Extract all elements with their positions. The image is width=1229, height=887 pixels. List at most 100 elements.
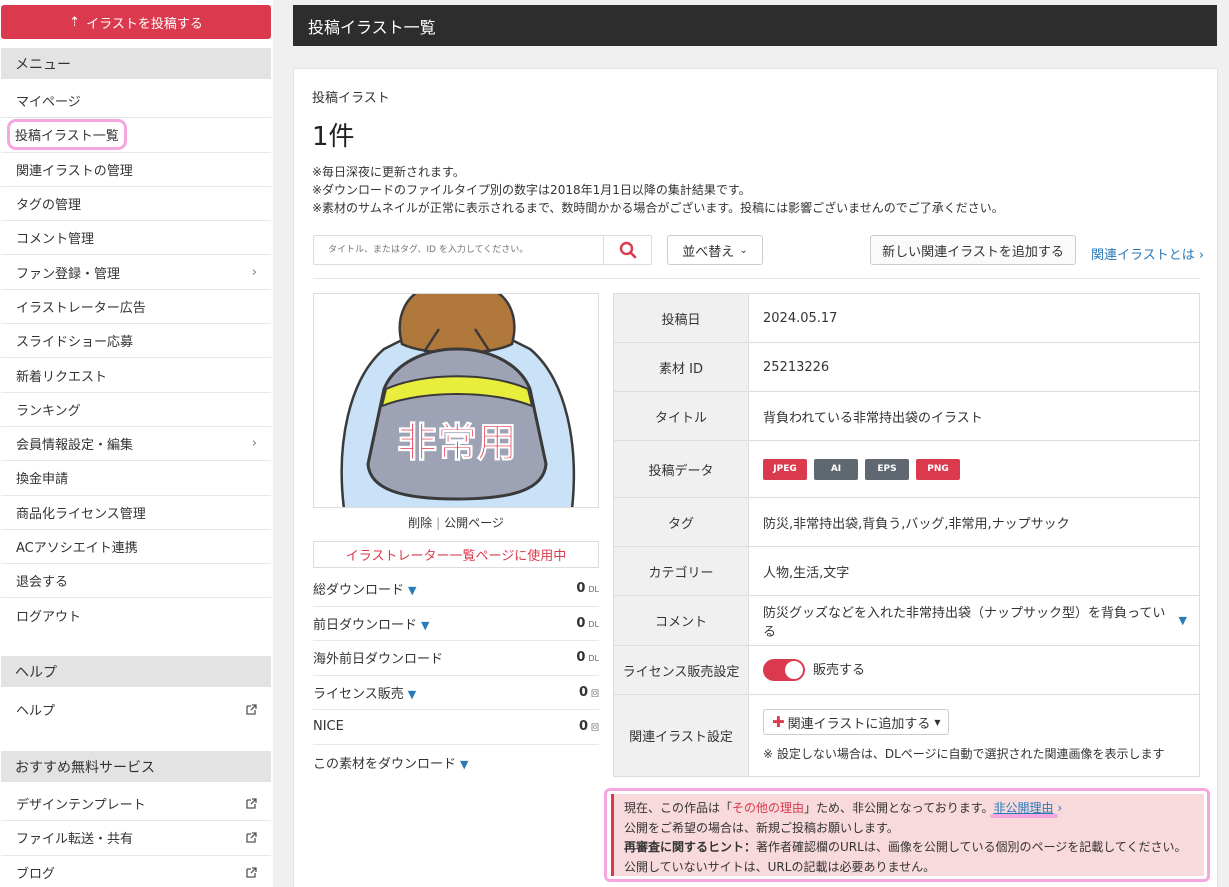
separator: | bbox=[436, 516, 441, 530]
tags-value: 防災,非常持出袋,背負う,バッグ,非常用,ナップサック bbox=[748, 497, 1200, 547]
triangle-down-icon[interactable]: ▼ bbox=[421, 619, 429, 632]
sidebar-item-file-transfer[interactable]: ファイル転送・共有 bbox=[1, 821, 271, 856]
stat-row-previous-day-download: 前日ダウンロード ▼ 0 DL bbox=[313, 607, 599, 641]
sidebar-item-design-template[interactable]: デザインテンプレート bbox=[1, 787, 271, 822]
private-reason: その他の理由 bbox=[732, 801, 805, 815]
info-row-category: カテゴリー 人物,生活,文字 bbox=[613, 546, 1200, 596]
external-link-icon bbox=[246, 832, 257, 844]
external-link-icon bbox=[246, 798, 257, 809]
note-line: ※毎日深夜に更新されます。 bbox=[312, 165, 465, 179]
stat-row-license-sales: ライセンス販売 ▼ 0回 bbox=[313, 676, 599, 710]
add-related-illustration-button[interactable]: 新しい関連イラストを追加する bbox=[870, 235, 1076, 265]
stat-row-overseas-download: 海外前日ダウンロード 0 DL bbox=[313, 641, 599, 676]
section-label: 投稿イラスト bbox=[312, 91, 390, 106]
info-row-post-data: 投稿データ JPEG AI EPS PNG bbox=[613, 440, 1200, 498]
thumbnail-label-text: 非常用 bbox=[397, 420, 517, 466]
stat-row-nice: NICE 0回 bbox=[313, 710, 599, 745]
triangle-down-icon[interactable]: ▼ bbox=[408, 688, 416, 701]
illustration-info-table: 投稿日 2024.05.17 素材 ID 25213226 タイトル 背負われて… bbox=[613, 293, 1200, 777]
search-icon bbox=[619, 241, 636, 259]
help-list: ヘルプ bbox=[1, 692, 271, 726]
services-list: デザインテンプレート ファイル転送・共有 ブログ bbox=[1, 787, 271, 887]
public-page-link[interactable]: 公開ページ bbox=[444, 516, 504, 530]
private-reason-link[interactable]: 非公開理由 bbox=[994, 801, 1054, 815]
sidebar-item-fan-management[interactable]: ファン登録・管理 › bbox=[1, 255, 271, 290]
add-to-related-dropdown[interactable]: ✚ 関連イラストに追加する ▼ bbox=[763, 709, 950, 735]
sidebar-item-cash-out[interactable]: 換金申請 bbox=[1, 461, 271, 496]
sidebar-item-posted-illustrations[interactable]: 投稿イラスト一覧 bbox=[1, 118, 271, 153]
search-input[interactable] bbox=[314, 236, 603, 264]
sidebar-item-withdraw[interactable]: 退会する bbox=[1, 564, 271, 599]
private-status-alert: 現在、この作品は「その他の理由」ため、非公開となっております。非公開理由 › 公… bbox=[604, 788, 1210, 882]
related-note: ※ 設定しない場合は、DLページに自動で選択された関連画像を表示します bbox=[763, 747, 1165, 761]
notes: ※毎日深夜に更新されます。 ※ダウンロードのファイルタイプ別の数字は2018年1… bbox=[312, 163, 1004, 217]
chevron-right-icon: › bbox=[251, 436, 257, 452]
license-value: 販売する bbox=[813, 662, 866, 678]
sidebar: ⇡ イラストを投稿する メニュー マイページ 投稿イラスト一覧 関連イラストの管… bbox=[0, 0, 273, 887]
sidebar-item-logout[interactable]: ログアウト bbox=[1, 598, 271, 632]
services-heading: おすすめ無料サービス bbox=[1, 751, 271, 782]
external-link-icon bbox=[246, 867, 257, 878]
info-row-material-id: 素材 ID 25213226 bbox=[613, 342, 1200, 392]
menu-list: マイページ 投稿イラスト一覧 関連イラストの管理 タグの管理 コメント管理 ファ… bbox=[1, 84, 271, 633]
triangle-down-icon[interactable]: ▼ bbox=[408, 584, 416, 597]
info-row-title: タイトル 背負われている非常持出袋のイラスト bbox=[613, 391, 1200, 441]
triangle-down-icon[interactable]: ▼ bbox=[1179, 614, 1187, 627]
info-row-related: 関連イラスト設定 ✚ 関連イラストに追加する ▼ ※ 設定しない場合は、DLページに… bbox=[613, 694, 1200, 777]
sidebar-item-ranking[interactable]: ランキング bbox=[1, 393, 271, 427]
material-id-value: 25213226 bbox=[748, 342, 1200, 392]
page-title: 投稿イラスト一覧 bbox=[293, 5, 1217, 46]
category-value: 人物,生活,文字 bbox=[748, 546, 1200, 596]
format-badge-png: PNG bbox=[916, 458, 960, 480]
about-related-link[interactable]: 関連イラストとは › bbox=[1091, 244, 1204, 263]
external-link-icon bbox=[246, 703, 257, 715]
download-material-link[interactable]: この素材をダウンロード ▼ bbox=[313, 753, 468, 772]
hint-label: 再審査に関するヒント： bbox=[624, 840, 757, 854]
sidebar-item-blog[interactable]: ブログ bbox=[1, 856, 271, 887]
format-badges: JPEG AI EPS PNG bbox=[748, 440, 1200, 498]
search-box bbox=[313, 235, 652, 265]
info-row-posted-date: 投稿日 2024.05.17 bbox=[613, 293, 1200, 343]
search-button[interactable] bbox=[603, 236, 651, 264]
menu-heading: メニュー bbox=[1, 48, 271, 79]
info-row-license: ライセンス販売設定 販売する bbox=[613, 645, 1200, 695]
chevron-right-icon: › bbox=[1053, 801, 1063, 815]
sidebar-item-ac-associate[interactable]: ACアソシエイト連携 bbox=[1, 530, 271, 565]
chevron-down-icon: ⌄ bbox=[739, 244, 748, 256]
sidebar-item-license-management[interactable]: 商品化ライセンス管理 bbox=[1, 496, 271, 530]
info-row-tags: タグ 防災,非常持出袋,背負う,バッグ,非常用,ナップサック bbox=[613, 497, 1200, 547]
note-line: ※ダウンロードのファイルタイプ別の数字は2018年1月1日以降の集計結果です。 bbox=[312, 183, 751, 197]
download-stats: 総ダウンロード ▼ 0 DL 前日ダウンロード ▼ 0 DL 海外前日ダウンロード 0D… bbox=[313, 572, 599, 745]
comment-value: 防災グッズなどを入れた非常持出袋（ナップサック型）を背負っている bbox=[763, 605, 1166, 640]
format-badge-eps: EPS bbox=[865, 458, 909, 480]
title-value: 背負われている非常持出袋のイラスト bbox=[748, 391, 1200, 441]
stat-row-total-download: 総ダウンロード ▼ 0 DL bbox=[313, 572, 599, 607]
sidebar-item-help[interactable]: ヘルプ bbox=[1, 692, 271, 726]
sidebar-item-illustrator-ads[interactable]: イラストレーター広告 bbox=[1, 290, 271, 325]
sidebar-item-member-settings[interactable]: 会員情報設定・編集 › bbox=[1, 427, 271, 462]
plus-icon: ✚ bbox=[772, 713, 785, 731]
help-heading: ヘルプ bbox=[1, 656, 271, 687]
illustration-thumbnail[interactable]: 非常用 bbox=[313, 293, 599, 508]
delete-link[interactable]: 削除 bbox=[408, 516, 432, 530]
format-badge-jpeg: JPEG bbox=[763, 458, 807, 480]
sidebar-item-related-management[interactable]: 関連イラストの管理 bbox=[1, 153, 271, 187]
sidebar-item-mypage[interactable]: マイページ bbox=[1, 84, 271, 119]
alert-line-2: 公開をご希望の場合は、新規ご投稿お願いします。 bbox=[624, 820, 899, 835]
caret-down-icon: ▼ bbox=[934, 717, 941, 727]
sidebar-item-comment-management[interactable]: コメント管理 bbox=[1, 221, 271, 256]
illustration-image: 非常用 bbox=[340, 294, 576, 507]
license-sale-toggle[interactable] bbox=[763, 659, 805, 682]
sidebar-item-tag-management[interactable]: タグの管理 bbox=[1, 187, 271, 222]
triangle-down-icon: ▼ bbox=[460, 758, 469, 771]
sidebar-item-new-requests[interactable]: 新着リクエスト bbox=[1, 358, 271, 393]
thumbnail-actions: 削除 | 公開ページ bbox=[313, 514, 599, 531]
chevron-right-icon: › bbox=[1198, 248, 1205, 263]
format-badge-ai: AI bbox=[814, 458, 858, 480]
sidebar-item-slideshow[interactable]: スライドショー応募 bbox=[1, 324, 271, 359]
info-row-comment: コメント 防災グッズなどを入れた非常持出袋（ナップサック型）を背負っている ▼ bbox=[613, 595, 1200, 646]
item-count: 1件 bbox=[312, 122, 355, 152]
sort-dropdown[interactable]: 並べ替え ⌄ bbox=[667, 235, 763, 265]
content-panel: 投稿イラスト 1件 ※毎日深夜に更新されます。 ※ダウンロードのファイルタイプ別… bbox=[293, 68, 1218, 887]
upload-illustration-button[interactable]: ⇡ イラストを投稿する bbox=[1, 5, 271, 39]
